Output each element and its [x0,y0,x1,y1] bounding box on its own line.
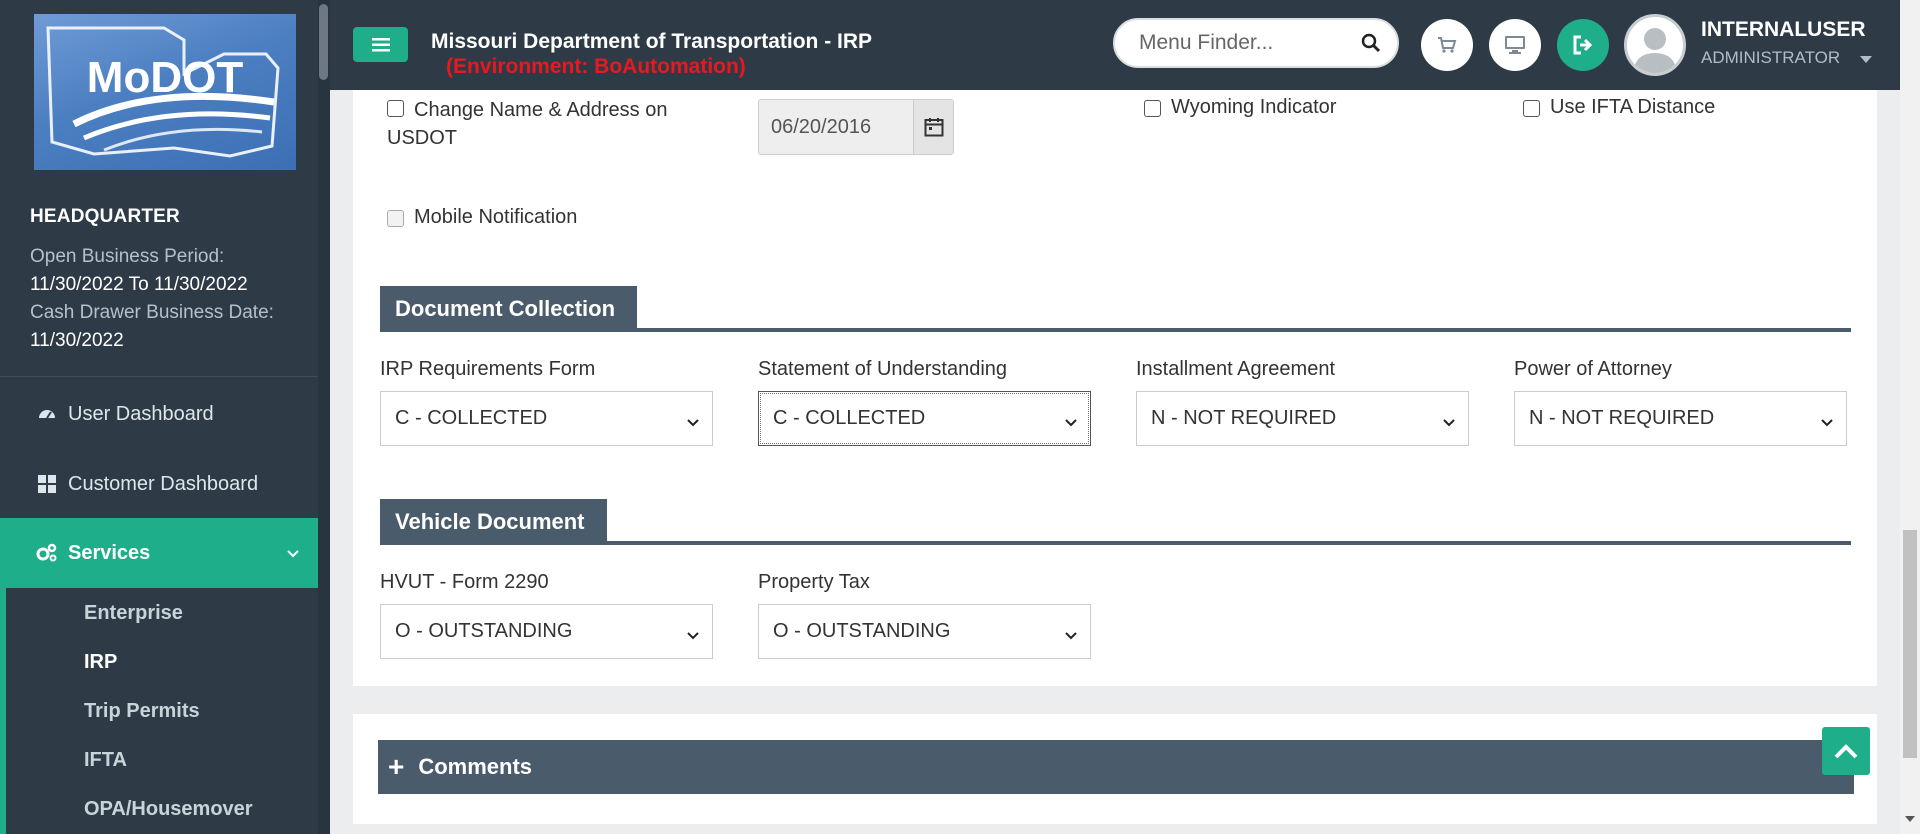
select-value: O - OUTSTANDING [395,620,573,642]
monitor-icon [1505,36,1525,54]
wyoming-indicator-checkbox[interactable] [1144,100,1161,117]
select-value: N - NOT REQUIRED [1529,407,1715,429]
sidebar-scrollbar[interactable] [318,0,330,834]
change-name-address-checkbox-row[interactable]: Change Name & Address on USDOT [387,96,707,152]
property-tax-label: Property Tax [758,571,870,593]
date-field[interactable]: 06/20/2016 [758,99,954,155]
comments-label: Comments [418,754,533,779]
menu-toggle-button[interactable] [353,27,408,62]
open-period-label: Open Business Period: [30,246,225,267]
nav-user-dashboard[interactable]: User Dashboard [0,384,330,444]
cash-drawer-value: 11/30/2022 [30,330,124,351]
modot-logo: MoDOT [34,14,296,170]
chevron-down-icon [1064,624,1078,647]
comments-toggle[interactable]: + Comments [378,740,1854,794]
sidebar-scrollbar-thumb[interactable] [319,4,328,80]
nav-services[interactable]: Services [0,518,330,588]
page-scrollbar-thumb[interactable] [1903,530,1917,758]
change-name-address-label: Change Name & Address on USDOT [387,99,668,149]
sub-item-trip-permits[interactable]: Trip Permits [84,700,200,723]
top-header: Missouri Department of Transportation - … [330,0,1920,90]
desktop-button[interactable] [1489,19,1541,71]
mobile-notification-label: Mobile Notification [414,206,578,228]
sign-out-icon [1573,35,1593,55]
dashboard-icon [36,403,58,425]
chevron-down-icon [1820,411,1834,434]
installment-agreement-label: Installment Agreement [1136,358,1335,380]
scroll-down-arrow-icon[interactable] [1905,816,1915,822]
sidebar-divider [0,376,330,377]
grid-icon [36,473,58,495]
calendar-button[interactable] [913,100,953,154]
mobile-notification-checkbox-row: Mobile Notification [387,206,577,229]
select-value: N - NOT REQUIRED [1151,407,1337,429]
select-value: C - COLLECTED [773,407,926,429]
wyoming-indicator-label: Wyoming Indicator [1171,96,1337,118]
date-value: 06/20/2016 [771,116,872,138]
open-period-value: 11/30/2022 To 11/30/2022 [30,274,248,295]
installment-agreement-select[interactable]: N - NOT REQUIRED [1136,391,1469,446]
menu-finder[interactable] [1113,18,1399,68]
nav-customer-dashboard[interactable]: Customer Dashboard [0,454,330,514]
chevron-down-icon [1442,411,1456,434]
environment-label: (Environment: BoAutomation) [446,55,746,78]
menu-finder-input[interactable] [1139,29,1359,57]
app-title: Missouri Department of Transportation - … [431,30,873,53]
logout-button[interactable] [1557,19,1609,71]
scroll-to-top-button[interactable] [1822,727,1870,775]
power-of-attorney-select[interactable]: N - NOT REQUIRED [1514,391,1847,446]
use-ifta-distance-checkbox-row[interactable]: Use IFTA Distance [1523,96,1715,119]
chevron-up-icon [1834,744,1858,759]
use-ifta-distance-checkbox[interactable] [1523,100,1540,117]
vehicle-document-divider [380,541,1851,545]
document-collection-heading: Document Collection [380,286,637,332]
cogs-icon [36,542,58,564]
irp-requirements-form-select[interactable]: C - COLLECTED [380,391,713,446]
sub-item-opa-housemover[interactable]: OPA/Housemover [84,798,253,821]
cart-button[interactable] [1421,19,1473,71]
user-role[interactable]: ADMINISTRATOR [1701,48,1840,68]
submenu-accent-bar [0,587,6,834]
change-name-address-checkbox[interactable] [387,100,404,117]
avatar[interactable] [1624,14,1686,76]
sub-item-enterprise[interactable]: Enterprise [84,602,183,625]
plus-icon: + [388,751,405,782]
user-avatar-icon [1633,28,1677,73]
nav-label: Services [68,541,151,564]
hvut-form-2290-label: HVUT - Form 2290 [380,571,549,593]
hvut-form-2290-select[interactable]: O - OUTSTANDING [380,604,713,659]
sub-item-irp[interactable]: IRP [84,651,117,674]
location-name: HEADQUARTER [30,206,180,227]
use-ifta-distance-label: Use IFTA Distance [1550,96,1716,118]
calendar-icon [924,118,943,137]
power-of-attorney-label: Power of Attorney [1514,358,1672,380]
chevron-down-icon [1064,411,1078,434]
cash-drawer-label: Cash Drawer Business Date: [30,302,274,323]
statement-of-understanding-label: Statement of Understanding [758,358,1008,380]
main-form-card [353,90,1877,686]
document-collection-divider [380,328,1851,332]
nav-label: User Dashboard [68,402,214,425]
mobile-notification-checkbox [387,210,404,227]
vehicle-document-heading: Vehicle Document [380,499,607,545]
user-name[interactable]: INTERNALUSER [1701,18,1866,42]
hamburger-icon [371,37,390,51]
statement-of-understanding-select[interactable]: C - COLLECTED [758,391,1091,446]
chevron-down-icon [286,542,300,565]
user-menu-caret-icon[interactable] [1860,56,1872,63]
cart-icon [1438,37,1457,53]
services-submenu: Enterprise IRP Trip Permits IFTA OPA/Hou… [0,587,330,834]
select-value: C - COLLECTED [395,407,548,429]
wyoming-indicator-checkbox-row[interactable]: Wyoming Indicator [1144,96,1336,119]
irp-requirements-form-label: IRP Requirements Form [380,358,596,380]
chevron-down-icon [686,411,700,434]
nav-label: Customer Dashboard [68,472,259,495]
property-tax-select[interactable]: O - OUTSTANDING [758,604,1091,659]
select-value: O - OUTSTANDING [773,620,951,642]
sub-item-ifta[interactable]: IFTA [84,749,127,772]
search-icon[interactable] [1361,33,1381,58]
chevron-down-icon [686,624,700,647]
sidebar: MoDOT HEADQUARTER Open Business Period: … [0,0,330,834]
